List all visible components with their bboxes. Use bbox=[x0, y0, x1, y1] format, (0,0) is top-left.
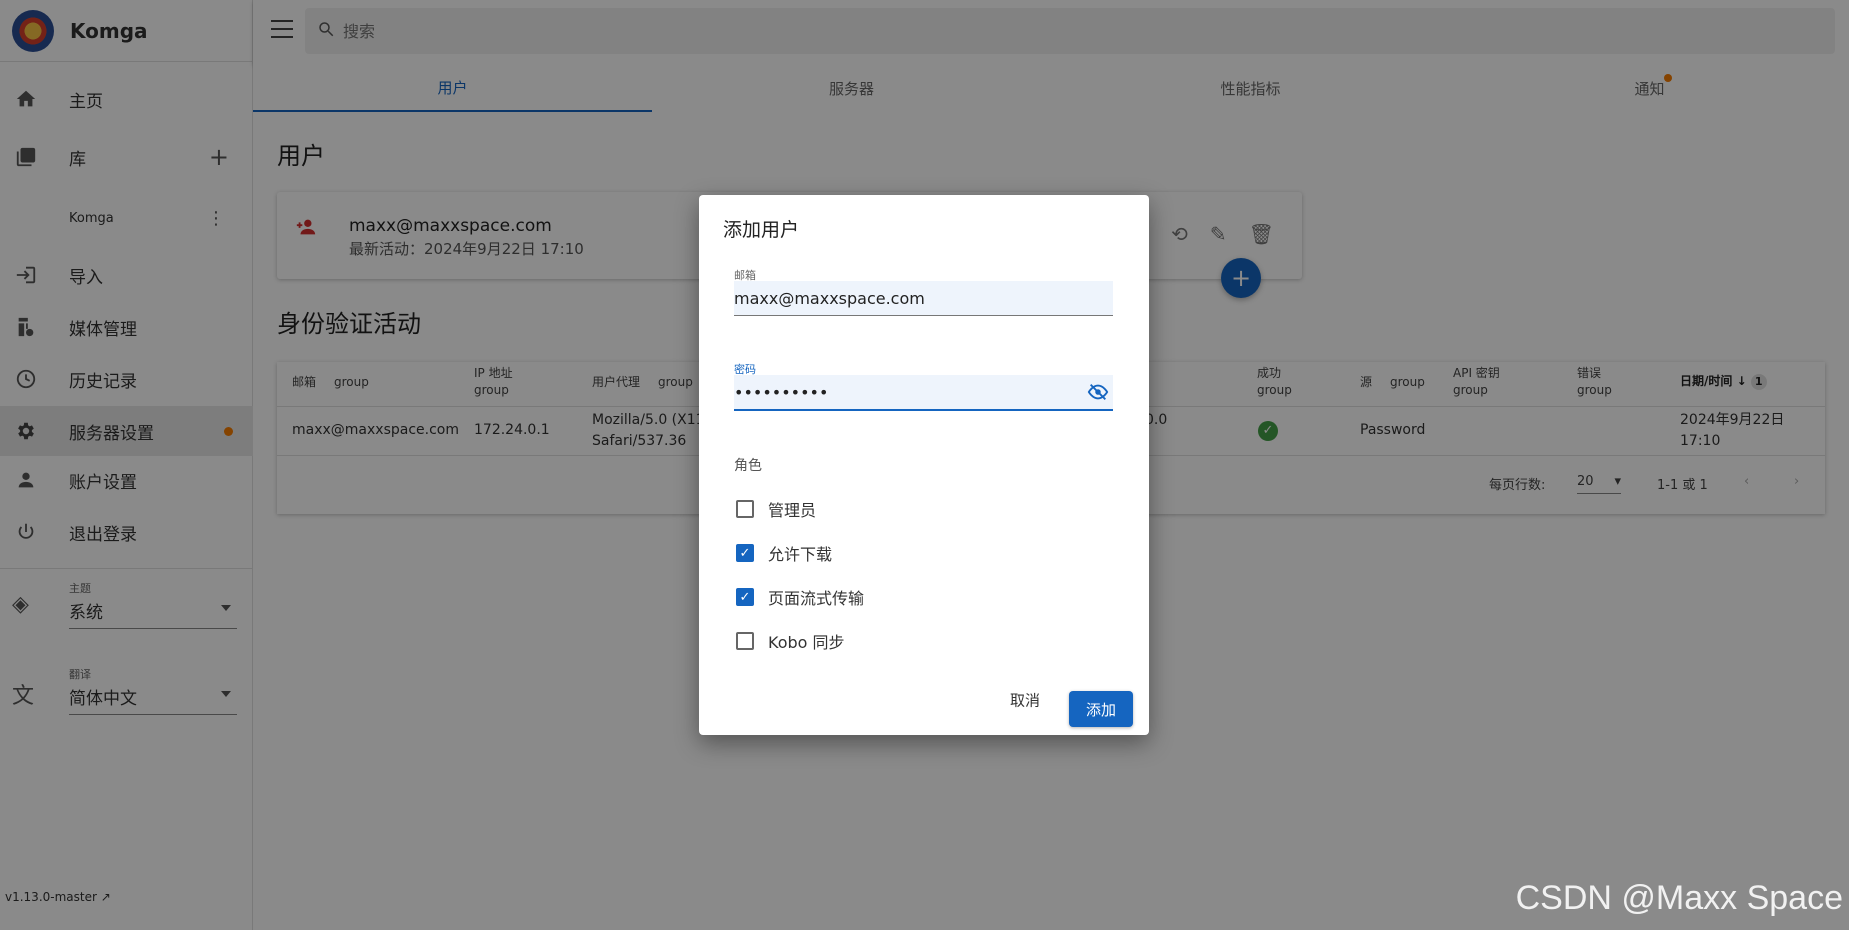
role-label: 管理员 bbox=[768, 501, 817, 520]
email-field[interactable]: 邮箱 bbox=[734, 269, 1113, 316]
add-button[interactable]: 添加 bbox=[1069, 691, 1133, 727]
role-download-checkbox[interactable]: ✓ 允许下载 bbox=[736, 541, 832, 565]
checkbox-checked-icon[interactable]: ✓ bbox=[736, 544, 754, 562]
add-user-dialog: 添加用户 邮箱 密码 角色 管理员 ✓ 允许下载 ✓ 页面流式传输 Kobo 同… bbox=[699, 195, 1149, 735]
watermark: CSDN @Maxx Space bbox=[1515, 879, 1843, 917]
password-input[interactable] bbox=[734, 375, 1074, 409]
checkbox-unchecked-icon[interactable] bbox=[736, 500, 754, 518]
role-admin-checkbox[interactable]: 管理员 bbox=[736, 497, 816, 521]
cancel-button[interactable]: 取消 bbox=[1010, 690, 1040, 711]
dialog-title: 添加用户 bbox=[723, 219, 800, 241]
role-label: Kobo 同步 bbox=[768, 633, 845, 652]
email-label: 邮箱 bbox=[734, 269, 756, 282]
password-label: 密码 bbox=[734, 363, 756, 376]
checkbox-checked-icon[interactable]: ✓ bbox=[736, 588, 754, 606]
password-field[interactable]: 密码 bbox=[734, 363, 1113, 411]
checkbox-unchecked-icon[interactable] bbox=[736, 632, 754, 650]
role-page-streaming-checkbox[interactable]: ✓ 页面流式传输 bbox=[736, 585, 864, 609]
role-kobo-sync-checkbox[interactable]: Kobo 同步 bbox=[736, 629, 845, 653]
role-label: 页面流式传输 bbox=[768, 589, 865, 608]
role-label: 允许下载 bbox=[768, 545, 833, 564]
roles-label: 角色 bbox=[734, 458, 762, 474]
eye-off-icon[interactable] bbox=[1087, 381, 1109, 408]
email-input[interactable] bbox=[734, 281, 1113, 315]
